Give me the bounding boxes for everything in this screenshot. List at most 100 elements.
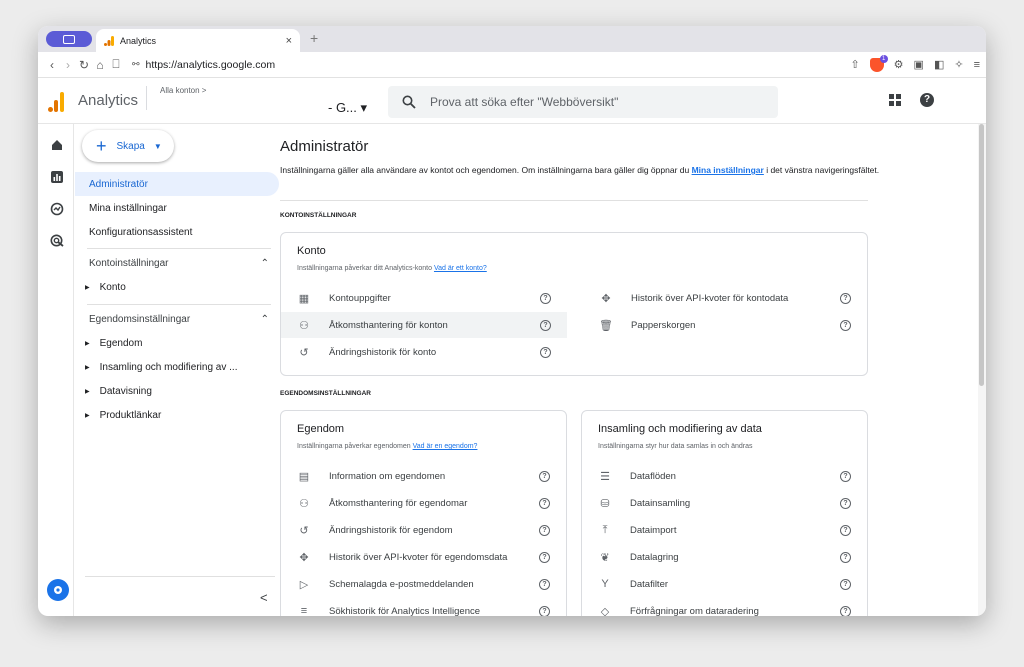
row-property-api-quota[interactable]: ✥ Historik över API-kvoter för egendomsda… [281,544,566,570]
what-is-account-link[interactable]: Vad är ett konto? [434,265,487,272]
help-icon[interactable]: ? [539,551,550,563]
scrollbar[interactable] [978,124,986,616]
row-trash[interactable]: 🗑 Papperskorgen ? [583,312,867,338]
forward-icon[interactable]: › [60,58,76,72]
help-icon[interactable]: ? [539,524,550,536]
help-icon[interactable]: ? [540,292,551,304]
row-data-filters[interactable]: Y Datafilter? [582,571,867,597]
nav-item-my-settings[interactable]: Mina inställningar [75,196,279,220]
help-icon[interactable]: ? [840,605,851,616]
help-icon[interactable]: ? [840,524,851,536]
nav-child-label: Egendom [99,338,143,349]
sidebar-icon[interactable]: ◧ [934,58,944,71]
nav-child-property[interactable]: ▶ Egendom [85,338,275,349]
nav-child-label: Produktlänkar [99,410,162,421]
new-tab-button[interactable]: + [310,30,318,46]
row-search-history[interactable]: ≡ Sökhistorik för Analytics Intelligence? [281,598,566,616]
help-icon[interactable]: ? [540,346,551,358]
history-icon: ↺ [299,346,309,359]
expand-arrow-icon: ▶ [85,413,90,419]
what-is-property-link[interactable]: Vad är en egendom? [413,443,478,450]
nav-child-collection[interactable]: ▶ Insamling och modifiering av ... [85,362,275,373]
help-icon[interactable]: ? [539,605,550,616]
row-label: Schemalagda e-postmeddelanden [329,578,474,590]
app-header: Analytics Alla konton > - G... ▾ Prova a… [38,78,986,124]
site-settings-icon[interactable]: ⚯ [132,59,140,70]
row-property-history[interactable]: ↺ Ändringshistorik för egendom? [281,517,566,543]
row-scheduled-emails[interactable]: ▷ Schemalagda e-postmeddelanden? [281,571,566,597]
reader-icon[interactable]: ▣ [914,58,924,71]
menu-icon[interactable]: ≡ [974,59,980,71]
property-card: Egendom Inställningarna påverkar egendom… [280,410,567,616]
bookmark-icon[interactable]: ⎕ [108,57,124,72]
help-icon[interactable]: ? [539,578,550,590]
row-account-access[interactable]: ⚇ Åtkomsthantering för konton ? [281,312,567,338]
row-data-retention[interactable]: ❦ Datalagring? [582,544,867,570]
api-icon: ✥ [299,551,309,564]
admin-gear-icon[interactable] [47,579,69,601]
search-input[interactable]: Prova att söka efter "Webböversikt" [388,86,778,118]
nav-item-admin[interactable]: Administratör [75,172,279,196]
reports-icon[interactable] [50,170,64,184]
help-icon[interactable]: ? [840,551,851,563]
scrollbar-thumb[interactable] [979,124,984,386]
app-name[interactable]: Analytics [78,92,138,109]
row-label: Datalagring [630,551,679,563]
nav-section-property[interactable]: Egendomsinställningar ⌃ [89,314,269,325]
row-data-import[interactable]: ⤒ Dataimport? [582,517,867,543]
tab-close-icon[interactable]: × [286,35,292,47]
row-property-access[interactable]: ⚇ Åtkomsthantering för egendomar? [281,490,566,516]
nav-child-product-links[interactable]: ▶ Produktlänkar [85,410,275,421]
section-head-account: KONTOINSTÄLLNINGAR [280,212,357,219]
share-icon[interactable]: ⇧ [850,58,859,71]
row-data-deletion[interactable]: ◇ Förfrågningar om dataradering? [582,598,867,616]
admin-nav: + Skapa ▼ Administratör Mina inställning… [75,124,280,616]
row-label: Åtkomsthantering för egendomar [329,497,468,509]
nav-item-setup-assistant[interactable]: Konfigurationsassistent [75,220,279,244]
nav-child-account[interactable]: ▶ Konto [85,282,275,293]
extensions-icon[interactable]: ⚙ [894,58,904,71]
help-icon[interactable]: ? [539,470,550,482]
help-icon[interactable]: ? [540,319,551,331]
help-icon[interactable]: ? [840,578,851,590]
help-icon[interactable]: ? [920,93,934,107]
account-breadcrumb[interactable]: Alla konton > [160,86,206,95]
home-nav-icon[interactable] [50,138,64,152]
url-text: https://analytics.google.com [145,58,276,71]
row-data-streams[interactable]: ☰ Dataflöden? [582,463,867,489]
tab-overview-button[interactable] [46,31,92,47]
row-data-collection[interactable]: ⛁ Datainsamling? [582,490,867,516]
reload-icon[interactable]: ↻ [76,58,92,72]
row-account-history[interactable]: ↺ Ändringshistorik för konto ? [281,339,567,365]
info-card-icon: ▤ [298,470,310,483]
my-settings-link[interactable]: Mina inställningar [692,165,764,175]
back-icon[interactable]: ‹ [44,58,60,72]
explore-icon[interactable] [50,202,64,216]
help-icon[interactable]: ? [840,497,851,509]
help-icon[interactable]: ? [840,292,851,304]
nav-section-account[interactable]: Kontoinställningar ⌃ [89,258,269,269]
help-icon[interactable]: ? [840,319,851,331]
row-account-details[interactable]: ▦ Kontouppgifter ? [281,285,567,311]
apps-grid-icon[interactable] [889,94,901,106]
property-selector[interactable]: - G... ▾ [328,100,367,116]
analytics-logo-icon[interactable] [48,92,66,112]
help-icon[interactable]: ? [539,497,550,509]
leo-icon[interactable]: ✧ [954,58,963,71]
brave-shields-icon[interactable]: 1 [869,54,888,72]
row-property-info[interactable]: ▤ Information om egendomen? [281,463,566,489]
create-button[interactable]: + Skapa ▼ [82,130,174,162]
row-account-api-quota[interactable]: ✥ Historik över API-kvoter för kontodata… [583,285,867,311]
nav-child-data-display[interactable]: ▶ Datavisning [85,386,275,397]
home-icon[interactable]: ⌂ [92,58,108,72]
people-icon: ⚇ [299,497,309,510]
api-icon: ✥ [601,292,611,305]
help-icon[interactable]: ? [840,470,851,482]
card-title: Egendom [297,423,345,435]
row-label: Sökhistorik för Analytics Intelligence [329,605,481,617]
url-field[interactable]: ⚯ https://analytics.google.com [132,59,782,71]
browser-tab-analytics[interactable]: Analytics × [96,29,300,52]
collapse-nav-button[interactable]: < [260,590,268,605]
card-subtitle-text: Inställningarna påverkar egendomen [297,443,413,450]
advertising-icon[interactable] [50,234,64,248]
